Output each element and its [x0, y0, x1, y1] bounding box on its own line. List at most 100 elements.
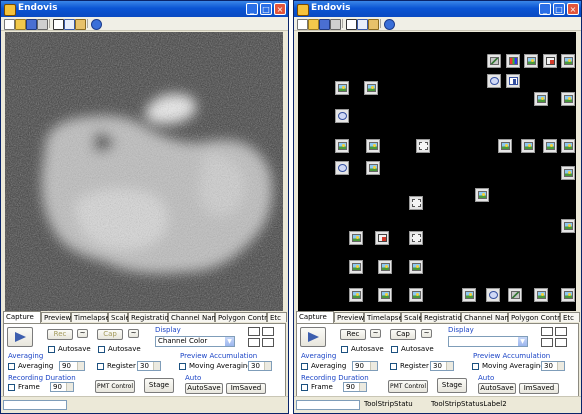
cut-icon[interactable] [346, 19, 357, 30]
icon-canvas[interactable] [298, 32, 576, 311]
image-icon[interactable] [534, 288, 548, 302]
image-icon[interactable] [561, 219, 575, 233]
tab-channel-name[interactable]: Channel Name [168, 312, 223, 322]
pmt-control-button[interactable]: PMT Control [388, 380, 428, 393]
close-button[interactable]: × [567, 3, 579, 15]
image-icon[interactable] [378, 288, 392, 302]
tab-registration[interactable]: Registration [421, 312, 466, 322]
play-button[interactable] [7, 327, 33, 347]
rec-button[interactable]: Rec [47, 329, 73, 340]
moving-averaging-checkbox[interactable] [179, 363, 186, 370]
gear-icon[interactable] [486, 288, 500, 302]
tool-icon[interactable] [508, 288, 522, 302]
register-input[interactable]: 30 [430, 361, 454, 371]
averaging-checkbox[interactable] [8, 363, 15, 370]
imsaved-button[interactable]: ImSaved [519, 383, 559, 394]
play-button[interactable] [300, 327, 326, 347]
autosave-button[interactable]: AutoSave [478, 383, 516, 394]
tab-preview[interactable]: Preview [334, 312, 364, 322]
copy-icon[interactable] [357, 19, 368, 30]
averaging-input[interactable]: 90 [352, 361, 378, 371]
image-icon[interactable] [335, 139, 349, 153]
image-icon[interactable] [534, 92, 548, 106]
register-input[interactable]: 30 [137, 361, 161, 371]
tab-polygon-control[interactable]: Polygon Control [508, 312, 566, 322]
frame-input[interactable]: 90 [50, 382, 74, 392]
rec-options-button[interactable]: ~ [77, 329, 88, 338]
autosave-button[interactable]: AutoSave [185, 383, 223, 394]
copy-icon[interactable] [64, 19, 75, 30]
frame-checkbox[interactable] [301, 384, 308, 391]
image-icon[interactable] [335, 81, 349, 95]
tab-capture[interactable]: Capture [3, 311, 41, 323]
new-file-icon[interactable] [4, 19, 15, 30]
tab-channel-name[interactable]: Channel Name [461, 312, 516, 322]
gear-icon[interactable] [335, 161, 349, 175]
rec-autosave-checkbox[interactable] [48, 346, 55, 353]
frame-checkbox[interactable] [8, 384, 15, 391]
stage-button[interactable]: Stage [437, 378, 467, 393]
rec-button[interactable]: Rec [340, 329, 366, 340]
tab-capture[interactable]: Capture [296, 311, 334, 323]
image-icon[interactable] [561, 92, 575, 106]
new-file-icon[interactable] [297, 19, 308, 30]
paste-icon[interactable] [75, 19, 86, 30]
image-icon[interactable] [409, 260, 423, 274]
averaging-checkbox[interactable] [301, 363, 308, 370]
open-folder-icon[interactable] [15, 19, 26, 30]
print-icon[interactable] [330, 19, 341, 30]
image-icon[interactable] [366, 139, 380, 153]
rec-autosave-checkbox[interactable] [341, 346, 348, 353]
image-icon[interactable] [349, 260, 363, 274]
image-icon[interactable] [378, 260, 392, 274]
help-icon[interactable] [91, 19, 102, 30]
text-tool-icon[interactable] [543, 54, 557, 68]
image-icon[interactable] [349, 288, 363, 302]
tab-scale[interactable]: Scale [401, 312, 423, 322]
hand-icon[interactable] [409, 196, 423, 210]
image-icon[interactable] [524, 54, 538, 68]
tab-polygon-control[interactable]: Polygon Control [215, 312, 273, 322]
maximize-button[interactable]: □ [553, 3, 565, 15]
layout-grid-icon[interactable] [541, 327, 567, 347]
image-icon[interactable] [498, 139, 512, 153]
save-icon[interactable] [319, 19, 330, 30]
register-checkbox[interactable] [390, 363, 397, 370]
image-icon[interactable] [543, 139, 557, 153]
cut-icon[interactable] [53, 19, 64, 30]
cap-options-button[interactable]: ~ [421, 329, 432, 338]
maximize-button[interactable]: □ [260, 3, 272, 15]
pmt-control-button[interactable]: PMT Control [95, 380, 135, 393]
stage-button[interactable]: Stage [144, 378, 174, 393]
moving-averaging-input[interactable]: 30 [248, 361, 272, 371]
image-icon[interactable] [561, 288, 575, 302]
gear-icon[interactable] [335, 109, 349, 123]
rec-options-button[interactable]: ~ [370, 329, 381, 338]
layout-grid-icon[interactable] [248, 327, 274, 347]
moving-averaging-checkbox[interactable] [472, 363, 479, 370]
hand-icon[interactable] [409, 231, 423, 245]
image-icon[interactable] [561, 166, 575, 180]
image-icon[interactable] [364, 81, 378, 95]
image-icon[interactable] [561, 139, 575, 153]
image-icon[interactable] [521, 139, 535, 153]
tab-scale[interactable]: Scale [108, 312, 130, 322]
paste-icon[interactable] [368, 19, 379, 30]
gear-icon[interactable] [487, 74, 501, 88]
display-combo[interactable]: Channel Color ▼ [155, 336, 235, 347]
display-combo[interactable]: ▼ [448, 336, 528, 347]
text-tool-icon[interactable] [375, 231, 389, 245]
image-icon[interactable] [475, 188, 489, 202]
cap-button[interactable]: Cap [390, 329, 416, 340]
open-folder-icon[interactable] [308, 19, 319, 30]
tab-etc[interactable]: Etc [560, 312, 580, 322]
save-icon[interactable] [26, 19, 37, 30]
minimize-button[interactable]: _ [539, 3, 551, 15]
image-viewport[interactable] [5, 32, 283, 311]
imsaved-button[interactable]: ImSaved [226, 383, 266, 394]
moving-averaging-input[interactable]: 30 [541, 361, 565, 371]
workflow-icon[interactable] [506, 74, 520, 88]
tab-timelapse[interactable]: Timelapse [71, 312, 110, 322]
cap-autosave-checkbox[interactable] [98, 346, 105, 353]
image-icon[interactable] [561, 54, 575, 68]
